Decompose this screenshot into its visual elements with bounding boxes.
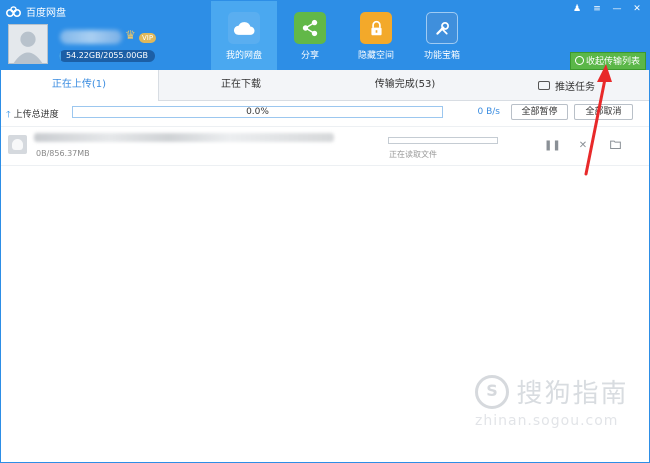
tab-uploading[interactable]: 正在上传(1): [0, 70, 159, 101]
upload-summary-label: 🡑 上传总进度: [6, 107, 59, 123]
avatar[interactable]: [8, 24, 48, 64]
close-button[interactable]: ✕: [628, 2, 646, 16]
baidu-cloud-logo-icon: [6, 5, 22, 17]
push-icon: [538, 81, 550, 90]
tools-icon: [426, 12, 458, 44]
tab-downloading[interactable]: 正在下载: [159, 70, 323, 100]
total-progress-bar: 0.0%: [72, 106, 443, 118]
upload-speed: 0 B/s: [477, 107, 500, 117]
file-progress-bar: [388, 137, 498, 144]
transfer-row[interactable]: 0B/856.37MB 正在读取文件 ❚❚ ✕: [0, 126, 650, 166]
nav-label: 我的网盘: [225, 51, 262, 61]
nav-label: 隐藏空间: [357, 51, 394, 61]
file-icon: [8, 135, 27, 154]
watermark-brand: 搜狗指南: [516, 379, 629, 409]
storage-quota-bar: 54.22GB/2055.00GB: [59, 50, 155, 62]
minimize-button[interactable]: —: [608, 2, 626, 16]
file-status: 正在读取文件: [389, 150, 437, 159]
annotation-arrow: [584, 64, 612, 176]
watermark: S 搜狗指南 zhinan.sogou.com: [475, 373, 629, 429]
skin-icon[interactable]: ♟: [568, 2, 586, 16]
pause-all-button[interactable]: 全部暂停: [511, 104, 568, 120]
username-blurred[interactable]: [60, 30, 122, 44]
storage-quota-text: 54.22GB/2055.00GB: [65, 51, 149, 60]
nav-label: 功能宝箱: [423, 51, 460, 61]
pause-icon[interactable]: ❚❚: [544, 140, 561, 152]
vip-badge: VIP: [139, 33, 157, 43]
share-icon: [294, 12, 326, 44]
upload-arrow-icon: 🡑: [6, 110, 11, 120]
window-controls: ♟ ≡ — ✕: [568, 2, 646, 16]
nav-toolbox[interactable]: 功能宝箱: [409, 0, 475, 70]
watermark-url: zhinan.sogou.com: [475, 413, 619, 429]
title-bar: 百度网盘 ♛ VIP 54.22GB/2055.00GB 我的网盘 分享 隐藏空…: [0, 0, 650, 70]
app-title: 百度网盘: [26, 8, 66, 19]
nav-label: 分享: [300, 51, 319, 61]
nav-share[interactable]: 分享: [277, 0, 343, 70]
lock-icon: [360, 12, 392, 44]
cloud-icon: [228, 12, 260, 44]
file-name-blurred: [34, 133, 334, 142]
upload-summary-text: 上传总进度: [13, 110, 59, 120]
transfer-tabs: 正在上传(1) 正在下载 传输完成(53) 推送任务: [0, 70, 650, 101]
sogou-logo-icon: S: [475, 374, 509, 409]
total-progress-text: 0.0%: [246, 107, 269, 117]
app-logo: 百度网盘: [6, 4, 66, 19]
nav-hidden-space[interactable]: 隐藏空间: [343, 0, 409, 70]
menu-icon[interactable]: ≡: [588, 2, 606, 16]
upload-summary: 🡑 上传总进度 0.0% 0 B/s 全部暂停 全部取消: [0, 101, 650, 125]
nav-my-disk[interactable]: 我的网盘: [211, 0, 277, 70]
tab-completed[interactable]: 传输完成(53): [323, 70, 487, 100]
file-size: 0B/856.37MB: [36, 149, 90, 158]
default-avatar-icon: [9, 25, 47, 63]
crown-icon: ♛: [125, 28, 136, 42]
